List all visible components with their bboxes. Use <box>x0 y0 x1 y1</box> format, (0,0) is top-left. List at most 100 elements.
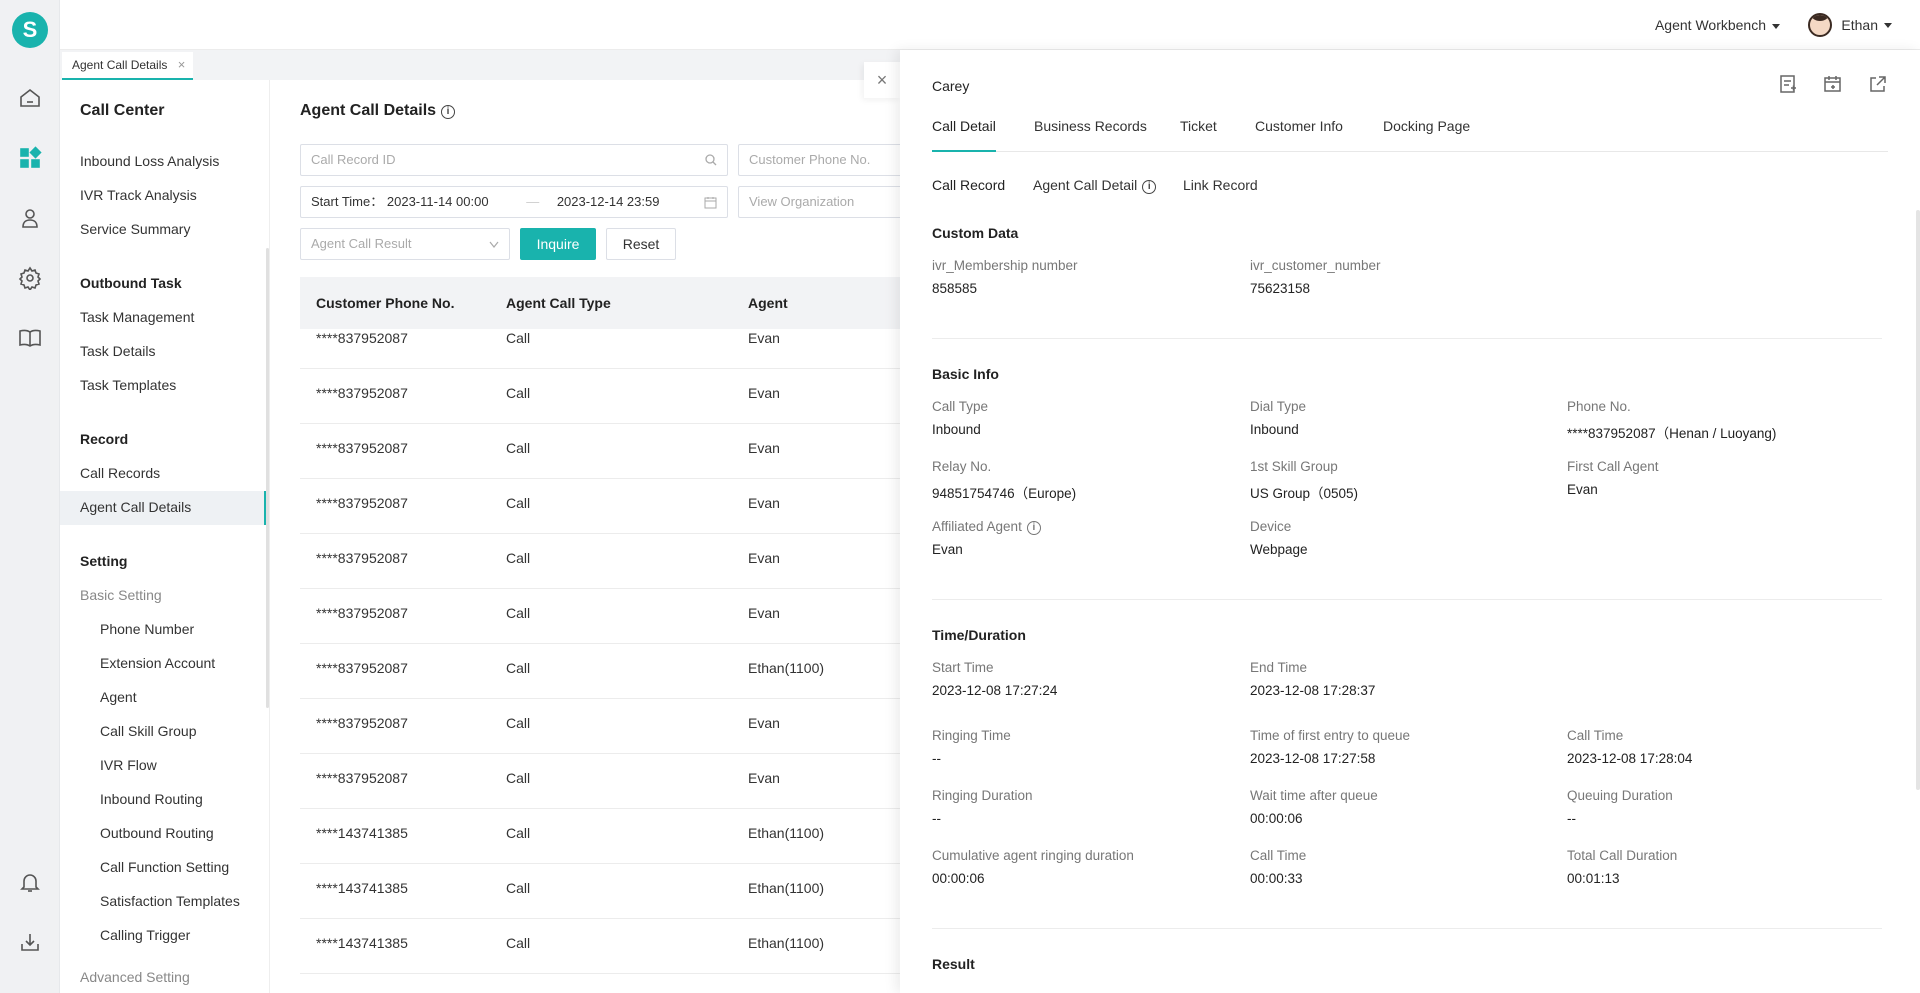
field-value: 00:01:13 <box>1567 871 1620 886</box>
subtab-link-record[interactable]: Link Record <box>1183 177 1258 193</box>
table-row[interactable]: ****143741385 Call Ethan(1100) <box>300 919 900 974</box>
agent-call-result-select[interactable]: Agent Call Result <box>300 228 510 260</box>
sidebar-item-ivr-track[interactable]: IVR Track Analysis <box>80 187 197 203</box>
divider <box>932 928 1882 929</box>
sidebar-item-inbound-loss[interactable]: Inbound Loss Analysis <box>80 153 219 169</box>
field-label: End Time <box>1250 660 1308 675</box>
table-row[interactable]: ****143741385 Call Ethan(1100) <box>300 864 900 919</box>
sidebar-item-task-templates[interactable]: Task Templates <box>80 377 176 393</box>
tab-customer-info[interactable]: Customer Info <box>1255 118 1343 152</box>
table-row[interactable]: ****837952087 Call Evan <box>300 754 900 809</box>
page-tab-agent-call-details[interactable]: Agent Call Details × <box>62 52 194 80</box>
call-record-id-placeholder: Call Record ID <box>311 152 396 167</box>
view-organization-placeholder: View Organization <box>749 194 855 209</box>
settings-icon[interactable] <box>18 266 42 292</box>
dashboard-icon[interactable] <box>18 146 42 170</box>
table-row[interactable]: ****837952087 Call Evan <box>300 479 900 534</box>
inquire-button[interactable]: Inquire <box>520 228 596 260</box>
sidebar-scrollbar[interactable] <box>266 248 269 708</box>
table-row[interactable]: ****837952087 Call Evan <box>300 699 900 754</box>
sidebar-item-satisfaction-templates[interactable]: Satisfaction Templates <box>100 893 240 909</box>
search-icon <box>705 154 717 166</box>
tab-docking-page[interactable]: Docking Page <box>1383 118 1470 152</box>
sidebar-item-service-summary[interactable]: Service Summary <box>80 221 190 237</box>
table-row[interactable]: ****837952087 Call Evan <box>300 424 900 479</box>
sidebar-subgroup-advanced[interactable]: Advanced Setting <box>80 969 190 985</box>
table-row[interactable]: ****837952087 Call Evan <box>300 534 900 589</box>
sidebar-item-ivr-flow[interactable]: IVR Flow <box>100 757 157 773</box>
info-icon[interactable]: i <box>1026 521 1041 535</box>
field-label: Ringing Time <box>932 728 1011 743</box>
section-basic-info: Basic Info <box>932 366 999 382</box>
cell-agent-call-type: Call <box>506 605 531 621</box>
cell-agent: Evan <box>748 385 780 401</box>
add-note-icon[interactable] <box>1778 74 1800 96</box>
sidebar-item-agent[interactable]: Agent <box>100 689 137 705</box>
field-label: 1st Skill Group <box>1250 459 1338 474</box>
tab-business-records[interactable]: Business Records <box>1034 118 1147 152</box>
subtab-agent-call-detail[interactable]: Agent Call Detail i <box>1033 177 1157 194</box>
table-row[interactable]: ****837952087 Call Evan <box>300 589 900 644</box>
start-time-to[interactable]: 2023-12-14 23:59 <box>557 194 660 209</box>
tab-ticket[interactable]: Ticket <box>1180 118 1217 152</box>
section-result: Result <box>932 956 975 972</box>
drawer-scrollbar[interactable] <box>1916 210 1920 790</box>
bell-icon[interactable] <box>18 870 42 894</box>
table-header: Customer Phone No. Agent Call Type Agent <box>300 277 900 329</box>
field-label: Time of first entry to queue <box>1250 728 1411 743</box>
call-record-id-input[interactable]: Call Record ID <box>300 144 728 176</box>
app-logo[interactable]: S <box>12 12 48 48</box>
field-value: Inbound <box>1250 422 1299 437</box>
column-agent-call-type[interactable]: Agent Call Type <box>506 295 611 311</box>
drawer-tabs: Call Detail Business Records Ticket Cust… <box>932 118 1888 152</box>
view-organization-select[interactable]: View Organization <box>738 186 900 218</box>
table-row[interactable]: ****143741385 Call Ethan(1100) <box>300 809 900 864</box>
sidebar-item-call-records[interactable]: Call Records <box>80 465 160 481</box>
sidebar-item-task-management[interactable]: Task Management <box>80 309 194 325</box>
sidebar-item-inbound-routing[interactable]: Inbound Routing <box>100 791 203 807</box>
field-label: Queuing Duration <box>1567 788 1673 803</box>
sidebar-item-outbound-routing[interactable]: Outbound Routing <box>100 825 214 841</box>
open-external-icon[interactable] <box>1868 74 1890 96</box>
book-icon[interactable] <box>18 326 42 350</box>
cell-agent-call-type: Call <box>506 770 531 786</box>
field-value: 00:00:06 <box>1250 811 1303 826</box>
reset-button[interactable]: Reset <box>606 228 676 260</box>
add-calendar-icon[interactable] <box>1823 74 1845 96</box>
field-label: Total Call Duration <box>1567 848 1678 863</box>
sidebar-item-agent-call-details[interactable]: Agent Call Details <box>80 499 191 515</box>
home-icon[interactable] <box>18 86 42 110</box>
sidebar-item-calling-trigger[interactable]: Calling Trigger <box>100 927 190 943</box>
start-time-range[interactable]: Start Time： 2023-11-14 00:00 — 2023-12-1… <box>300 186 728 218</box>
sidebar-item-extension-account[interactable]: Extension Account <box>100 655 215 671</box>
sidebar-item-task-details[interactable]: Task Details <box>80 343 155 359</box>
sidebar-item-call-function-setting[interactable]: Call Function Setting <box>100 859 229 875</box>
download-icon[interactable] <box>18 930 42 954</box>
drawer-close-button[interactable]: × <box>864 62 900 98</box>
cell-agent: Ethan(1100) <box>748 825 825 841</box>
sidebar-item-phone-number[interactable]: Phone Number <box>100 621 194 637</box>
main-content: Agent Call Details i Call Record ID Custo… <box>270 80 900 993</box>
table-row[interactable]: ****837952087 Call Ethan(1100) <box>300 644 900 699</box>
column-customer-phone[interactable]: Customer Phone No. <box>316 295 454 311</box>
customer-phone-input[interactable]: Customer Phone No. <box>738 144 900 176</box>
start-time-from[interactable]: 2023-11-14 00:00 <box>387 194 489 209</box>
field-value: 2023-12-08 17:27:58 <box>1250 751 1376 766</box>
cell-agent: Ethan(1100) <box>748 880 825 896</box>
user-menu[interactable]: Ethan <box>1808 13 1892 37</box>
start-time-label: Start Time： <box>311 194 384 209</box>
sidebar-subgroup-basic[interactable]: Basic Setting <box>80 587 162 603</box>
call-detail-drawer: Carey Call Detail Business Records Ticke… <box>900 50 1920 993</box>
page-title-text: Agent Call Details <box>300 102 437 119</box>
close-icon[interactable]: × <box>178 52 186 78</box>
agent-workbench-dropdown[interactable]: Agent Workbench <box>1655 17 1780 33</box>
tab-call-detail[interactable]: Call Detail <box>932 118 996 152</box>
column-agent[interactable]: Agent <box>748 295 788 311</box>
subtab-call-record[interactable]: Call Record <box>932 177 1005 193</box>
agent-icon[interactable] <box>18 206 42 230</box>
user-name: Ethan <box>1841 17 1878 33</box>
info-icon[interactable]: i <box>441 105 456 119</box>
sidebar-item-call-skill-group[interactable]: Call Skill Group <box>100 723 196 739</box>
table-row[interactable]: ****837952087 Call Evan <box>300 329 900 369</box>
table-row[interactable]: ****837952087 Call Evan <box>300 369 900 424</box>
